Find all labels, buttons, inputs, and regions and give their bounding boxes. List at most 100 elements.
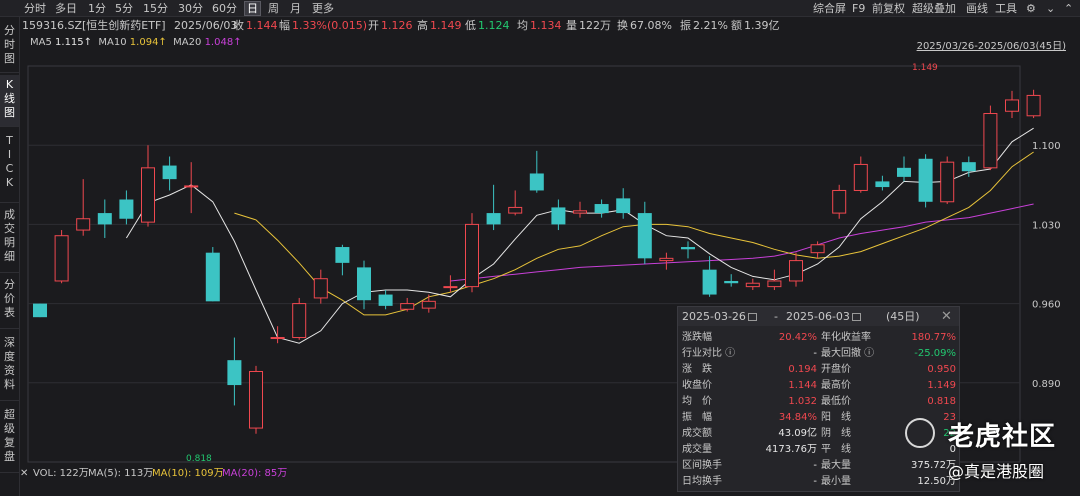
- tab-kline-chart[interactable]: K 线 图: [0, 75, 19, 127]
- candle-body: [465, 223, 479, 288]
- start-date-field[interactable]: 2025-03-26: [682, 307, 757, 326]
- stat-label: 阳 线: [821, 412, 851, 423]
- turnover-label: 换: [617, 19, 628, 32]
- candle-body: [659, 257, 674, 262]
- ma20-label: MA20: [173, 37, 202, 48]
- stat-value: 20.42%: [778, 332, 817, 343]
- security-code: 159316.SZ[恒生创新药ETF]: [22, 19, 166, 32]
- tab-intraday-chart[interactable]: 分 时 图: [0, 21, 19, 73]
- tab-depth-info[interactable]: 深 度 资 料: [0, 333, 19, 401]
- ma10-label: MA10: [98, 37, 127, 48]
- tools-button[interactable]: 工具: [995, 1, 1017, 16]
- period-1min[interactable]: 1分: [86, 1, 108, 16]
- amplitude-label: 振: [680, 19, 691, 32]
- candle-body: [983, 113, 998, 169]
- composite-screen-button[interactable]: 综合屏: [813, 1, 846, 16]
- left-tab-bar: 分 时 图 K 线 图 T I C K 成 交 明 细 分 价 表 深 度 资 …: [0, 17, 20, 496]
- period-week[interactable]: 周: [266, 1, 281, 16]
- period-month[interactable]: 月: [288, 1, 303, 16]
- candle-body: [961, 162, 976, 172]
- low-price-label: 0.818: [186, 454, 212, 464]
- high-price-label: 1.149: [912, 63, 938, 73]
- chevron-up-icon[interactable]: ⌃: [1064, 1, 1073, 16]
- stat-label: 阴 线: [821, 428, 851, 439]
- close-icon[interactable]: ✕: [20, 466, 28, 482]
- stat-value: 34.84%: [778, 412, 817, 423]
- period-intraday[interactable]: 分时: [22, 1, 48, 16]
- forward-adjust-button[interactable]: 前复权: [872, 1, 905, 16]
- tab-super-review[interactable]: 超 级 复 盘: [0, 405, 19, 473]
- close-value: 1.144: [246, 19, 278, 32]
- f9-button[interactable]: F9: [852, 1, 865, 16]
- stat-value: 1.032: [788, 396, 817, 407]
- candle-body: [573, 210, 587, 214]
- amplitude-value: 2.21%: [693, 19, 728, 32]
- period-60min[interactable]: 60分: [210, 1, 239, 16]
- candle: [875, 175, 890, 191]
- period-more[interactable]: 更多: [310, 1, 336, 16]
- candle: [745, 278, 760, 291]
- watermark-handle: @真是港股圈: [948, 462, 1045, 481]
- period-30min[interactable]: 30分: [176, 1, 205, 16]
- candle: [270, 326, 285, 344]
- tab-tick[interactable]: T I C K: [0, 131, 19, 203]
- candle-body: [875, 181, 890, 188]
- end-date-field[interactable]: 2025-06-03: [786, 307, 861, 326]
- stat-value: 0.818: [927, 396, 956, 407]
- super-overlay-button[interactable]: 超级叠加: [912, 1, 956, 16]
- tab-price-table[interactable]: 分 价 表: [0, 275, 19, 329]
- candle-body: [54, 235, 69, 282]
- draw-line-button[interactable]: 画线: [966, 1, 988, 16]
- stat-value: 1.149: [927, 380, 956, 391]
- chevron-down-icon[interactable]: ⌄: [1046, 1, 1055, 16]
- watermark-title: 老虎社区: [948, 422, 1057, 452]
- tiger-logo-icon: [905, 418, 935, 448]
- candle-body: [119, 199, 134, 219]
- period-multiday[interactable]: 多日: [53, 1, 79, 16]
- close-icon[interactable]: ✕: [941, 307, 952, 326]
- candle-body: [335, 247, 350, 263]
- candle-body: [443, 286, 458, 289]
- date-range-link[interactable]: 2025/03/26-2025/06/03(45日): [917, 37, 1066, 52]
- tab-trade-details[interactable]: 成 交 明 细: [0, 205, 19, 273]
- candle: [702, 256, 717, 297]
- candle: [54, 230, 69, 284]
- high-label: 高: [417, 19, 428, 32]
- candle-body: [594, 204, 609, 214]
- period-5min[interactable]: 5分: [113, 1, 135, 16]
- candle: [119, 190, 134, 225]
- stat-value: -: [813, 348, 817, 359]
- candle: [832, 184, 847, 219]
- period-day[interactable]: 日: [244, 1, 261, 16]
- gear-icon[interactable]: ⚙: [1026, 1, 1036, 16]
- candle: [400, 297, 415, 312]
- y-tick-label: 0.960: [1032, 300, 1061, 311]
- tab-label: 深 度 资 料: [4, 336, 15, 391]
- tab-label: 成 交 明 细: [4, 208, 15, 263]
- candle-body: [76, 218, 91, 231]
- candle-body: [551, 207, 566, 225]
- avg-label: 均: [517, 19, 528, 32]
- vol-ma5: MA(5): 113万: [88, 468, 154, 479]
- candle-body: [616, 198, 631, 214]
- stat-label: 年化收益率: [821, 332, 871, 343]
- avg-value: 1.134: [530, 19, 562, 32]
- candle: [897, 156, 911, 182]
- candle-body: [357, 267, 371, 301]
- candle-body: [1005, 99, 1019, 112]
- candle: [249, 365, 263, 434]
- candle-body: [486, 213, 501, 225]
- stat-label: 最小量: [821, 476, 851, 487]
- candle-body: [832, 189, 847, 214]
- candle: [335, 244, 350, 276]
- y-tick-label: 1.030: [1032, 220, 1061, 231]
- period-15min[interactable]: 15分: [141, 1, 170, 16]
- stat-label: 区间换手: [682, 460, 722, 471]
- stat-label: 开盘价: [821, 364, 851, 375]
- candle-body: [313, 278, 328, 299]
- quote-info-bar: 159316.SZ[恒生创新药ETF] 2025/06/03 收 1.144 幅…: [0, 17, 1080, 35]
- open-label: 开: [368, 19, 379, 32]
- stat-label: 最大量: [821, 460, 851, 471]
- tab-label: 分 价 表: [4, 278, 15, 319]
- candle: [184, 162, 199, 214]
